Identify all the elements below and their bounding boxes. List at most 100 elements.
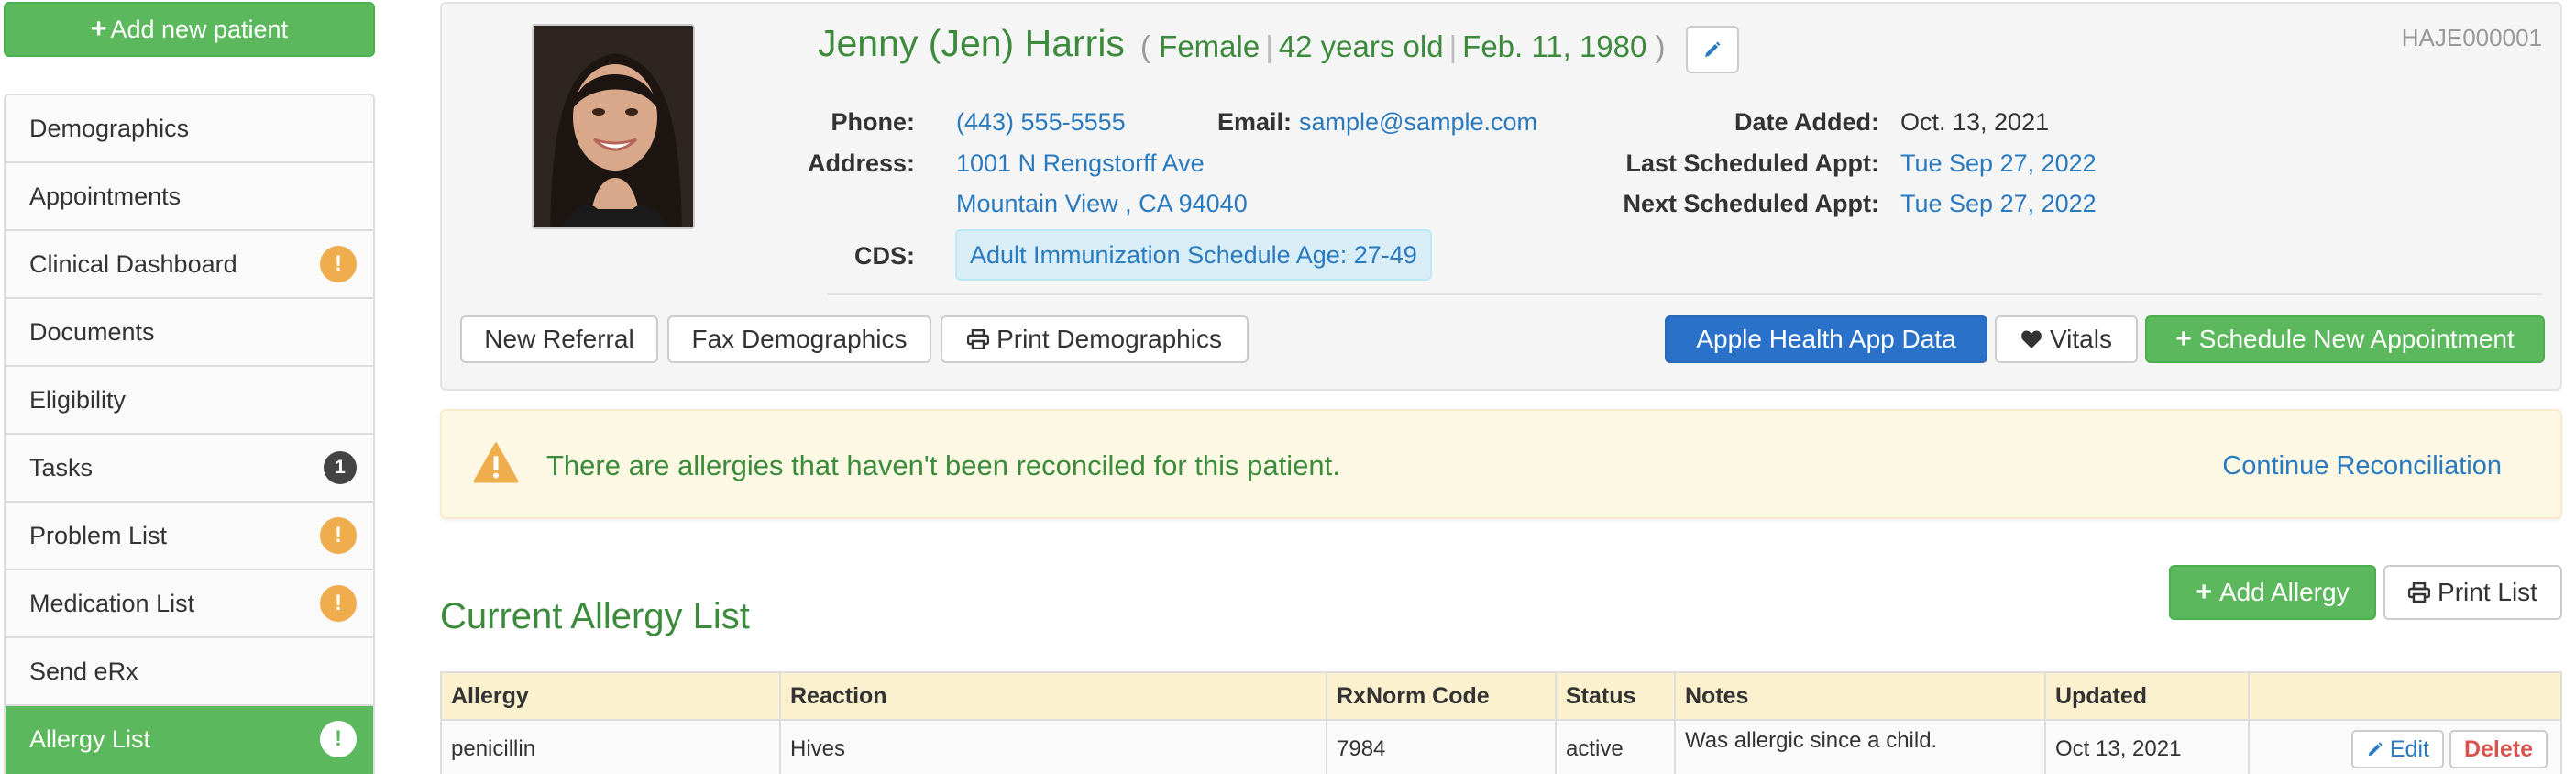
plus-icon: + (2196, 577, 2212, 607)
patient-header-panel: Jenny (Jen) Harris ( Female | 42 years old… (440, 2, 2562, 391)
heart-icon (2020, 329, 2042, 349)
last-appt-label: Last Scheduled Appt: (1625, 149, 1879, 177)
sidebar-item-label: Eligibility (29, 385, 127, 414)
cell-updated: Oct 13, 2021 (2046, 721, 2250, 774)
cds-tag[interactable]: Adult Immunization Schedule Age: 27-49 (955, 229, 1432, 281)
vitals-label: Vitals (2050, 325, 2112, 353)
date-added-label: Date Added: (1734, 108, 1879, 136)
sidebar: + Add new patient Demographics Appointme… (0, 0, 378, 774)
patient-photo-image (534, 26, 693, 227)
task-count-badge: 1 (324, 451, 357, 484)
edit-label: Edit (2389, 735, 2429, 762)
cell-reaction: Hives (781, 721, 1327, 774)
schedule-new-appointment-label: Schedule New Appointment (2198, 325, 2515, 353)
warning-badge: ! (320, 585, 357, 622)
sidebar-item-medication-list[interactable]: Medication List ! (6, 570, 373, 638)
printer-icon (2408, 582, 2431, 603)
column-header-rxnorm[interactable]: RxNorm Code (1327, 673, 1557, 719)
sidebar-item-problem-list[interactable]: Problem List ! (6, 503, 373, 570)
column-header-reaction[interactable]: Reaction (781, 673, 1327, 719)
warning-badge: ! (320, 246, 357, 282)
cds-label: CDS: (854, 242, 915, 270)
vitals-button[interactable]: Vitals (1995, 315, 2138, 363)
sidebar-item-appointments[interactable]: Appointments (6, 163, 373, 231)
phone-link[interactable]: (443) 555-5555 (956, 108, 1126, 137)
add-new-patient-button[interactable]: + Add new patient (4, 2, 375, 57)
cell-actions: Edit Delete (2250, 721, 2560, 774)
edit-allergy-button[interactable]: Edit (2350, 730, 2444, 768)
allergy-list-title: Current Allergy List (440, 596, 750, 636)
patient-gender: Female (1159, 29, 1260, 63)
add-allergy-button[interactable]: + Add Allergy (2169, 565, 2376, 620)
reconciliation-alert: There are allergies that haven't been re… (440, 409, 2562, 519)
panel-divider (827, 293, 2542, 295)
fax-demographics-button[interactable]: Fax Demographics (667, 315, 931, 363)
patient-demographic-summary: ( Female | 42 years old | Feb. 11, 1980 ) (1140, 29, 1666, 63)
sidebar-item-label: Medication List (29, 589, 195, 617)
next-appt-link[interactable]: Tue Sep 27, 2022 (1900, 190, 2097, 218)
cell-allergy: penicillin (442, 721, 781, 774)
print-list-label: Print List (2438, 578, 2537, 606)
phone-label: Phone: (831, 108, 916, 136)
sidebar-item-clinical-dashboard[interactable]: Clinical Dashboard ! (6, 231, 373, 299)
edit-patient-button[interactable] (1686, 26, 1739, 73)
warning-badge: ! (320, 721, 357, 757)
patient-id: HAJE000001 (2401, 24, 2542, 51)
sidebar-item-label: Documents (29, 317, 155, 346)
sidebar-item-send-erx[interactable]: Send eRx (6, 638, 373, 706)
warning-badge: ! (320, 517, 357, 554)
alert-message: There are allergies that haven't been re… (546, 449, 1340, 481)
column-header-actions (2250, 673, 2560, 719)
column-header-notes[interactable]: Notes (1676, 673, 2046, 719)
plus-icon: + (90, 14, 107, 44)
printer-icon (967, 329, 990, 349)
patient-name: Jenny (Jen) Harris (818, 22, 1125, 64)
address-line2[interactable]: Mountain View , CA 94040 (956, 190, 1248, 218)
table-row: penicillin Hives 7984 active Was allergi… (442, 721, 2560, 774)
sidebar-item-label: Appointments (29, 182, 182, 210)
pencil-icon (2368, 742, 2383, 757)
patient-age: 42 years old (1278, 29, 1444, 63)
email-label: Email: (1216, 108, 1292, 136)
pencil-icon (1705, 41, 1721, 57)
sidebar-item-label: Clinical Dashboard (29, 249, 237, 278)
email-link[interactable]: sample@sample.com (1299, 108, 1537, 137)
sidebar-nav: Demographics Appointments Clinical Dashb… (4, 94, 375, 774)
add-new-patient-label: Add new patient (110, 15, 289, 43)
sidebar-item-allergy-list[interactable]: Allergy List ! (6, 706, 373, 774)
schedule-new-appointment-button[interactable]: + Schedule New Appointment (2145, 315, 2545, 363)
allergy-table: Allergy Reaction RxNorm Code Status Note… (440, 671, 2562, 774)
patient-photo (532, 24, 695, 229)
sidebar-item-documents[interactable]: Documents (6, 299, 373, 367)
new-referral-button[interactable]: New Referral (460, 315, 658, 363)
sidebar-item-label: Tasks (29, 453, 94, 481)
column-header-status[interactable]: Status (1557, 673, 1676, 719)
sidebar-item-label: Send eRx (29, 657, 138, 685)
delete-allergy-button[interactable]: Delete (2449, 730, 2548, 768)
add-allergy-label: Add Allergy (2218, 578, 2350, 606)
column-header-allergy[interactable]: Allergy (442, 673, 781, 719)
sidebar-item-label: Allergy List (29, 724, 151, 753)
sidebar-item-label: Demographics (29, 114, 190, 142)
next-appt-label: Next Scheduled Appt: (1623, 190, 1879, 217)
apple-health-app-data-button[interactable]: Apple Health App Data (1665, 315, 1987, 363)
sidebar-item-label: Problem List (29, 521, 168, 549)
patient-dob: Feb. 11, 1980 (1462, 29, 1647, 63)
warning-triangle-icon (473, 442, 519, 489)
print-demographics-label: Print Demographics (996, 325, 1222, 353)
cell-notes: Was allergic since a child. (1676, 721, 2046, 774)
sidebar-item-demographics[interactable]: Demographics (6, 95, 373, 163)
print-list-button[interactable]: Print List (2383, 565, 2562, 620)
cell-status: active (1557, 721, 1676, 774)
address-line1[interactable]: 1001 N Rengstorff Ave (956, 149, 1205, 178)
column-header-updated[interactable]: Updated (2046, 673, 2250, 719)
print-demographics-button[interactable]: Print Demographics (941, 315, 1249, 363)
address-label: Address: (807, 149, 915, 177)
plus-icon: + (2175, 324, 2192, 354)
date-added-value: Oct. 13, 2021 (1900, 108, 2050, 136)
sidebar-item-eligibility[interactable]: Eligibility (6, 367, 373, 435)
cell-rxnorm: 7984 (1327, 721, 1557, 774)
sidebar-item-tasks[interactable]: Tasks 1 (6, 435, 373, 503)
continue-reconciliation-link[interactable]: Continue Reconciliation (2222, 451, 2502, 481)
last-appt-link[interactable]: Tue Sep 27, 2022 (1900, 149, 2097, 178)
